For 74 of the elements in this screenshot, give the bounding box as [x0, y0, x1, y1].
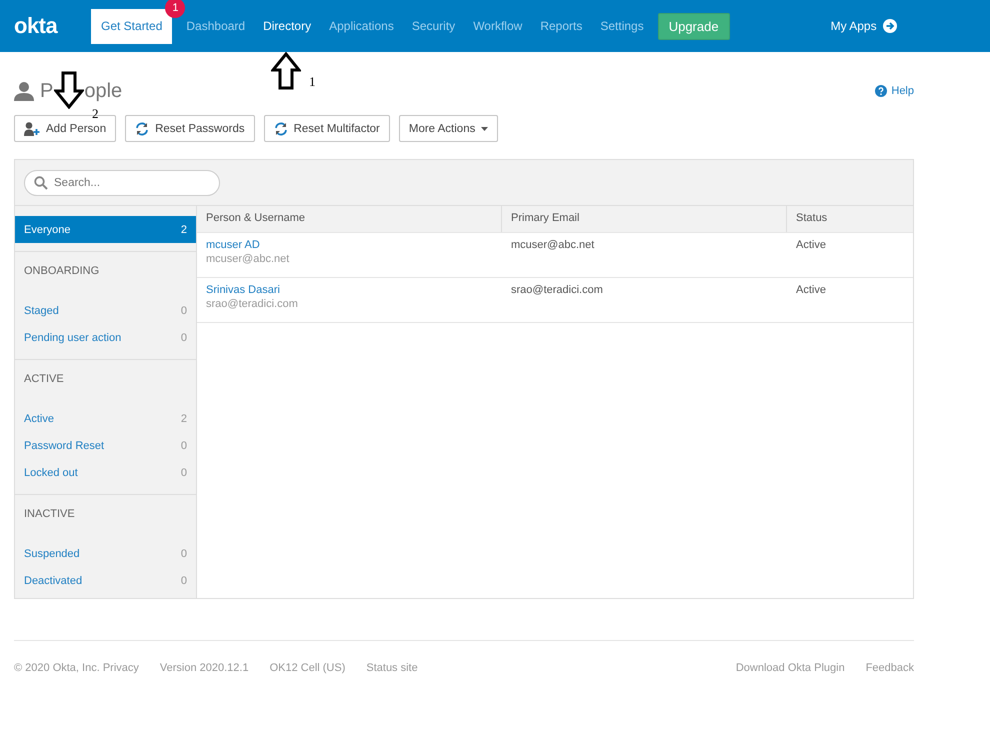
sidebar-item[interactable]: Deactivated 0	[15, 567, 196, 594]
item-count: 0	[180, 332, 187, 344]
refresh-icon	[274, 122, 288, 136]
username: mcuser@abc.net	[206, 253, 290, 265]
table-cell-text: mcuser@abc.net	[510, 238, 596, 253]
logo[interactable]: okta	[14, 13, 91, 39]
add-user-icon	[24, 122, 40, 136]
nav-link[interactable]: Directory	[254, 19, 320, 33]
item-count: 0	[180, 574, 187, 586]
item-label: Active	[24, 412, 54, 424]
item-label: Locked out	[24, 466, 78, 478]
section-heading: INACTIVE	[15, 494, 196, 540]
footer-link[interactable]: © 2020 Okta, Inc. Privacy	[14, 662, 139, 674]
nav-link[interactable]: Security	[402, 19, 464, 33]
section-heading: ACTIVE	[15, 359, 196, 405]
item-count: 2	[180, 224, 187, 236]
footer-link[interactable]: Status site	[366, 662, 418, 674]
item-label: Suspended	[24, 548, 80, 560]
sidebar-item[interactable]: Active 2	[15, 405, 196, 432]
person-link[interactable]: mcuser AD	[206, 239, 493, 251]
nav-link[interactable]: Settings	[591, 19, 653, 33]
item-label: Staged	[24, 304, 59, 316]
sidebar-item[interactable]: Everyone 2	[15, 216, 196, 243]
item-count: 0	[180, 304, 187, 316]
nav-link[interactable]: Reports	[531, 19, 592, 33]
sidebar-item[interactable]: Staged 0	[15, 297, 196, 324]
item-count: 0	[180, 440, 187, 452]
my-apps-link[interactable]: My Apps	[830, 19, 877, 33]
annotation-number: 1	[309, 74, 316, 90]
table-cell-text: srao@teradici.com	[510, 283, 604, 298]
person-icon	[14, 81, 34, 101]
upgrade-button[interactable]: Upgrade	[658, 12, 730, 40]
item-label: Pending user action	[24, 332, 122, 344]
help-link[interactable]: Help	[891, 85, 914, 97]
item-count: 2	[180, 412, 187, 424]
table-cell-text: Active	[795, 283, 827, 298]
item-count: 0	[180, 548, 187, 560]
help-icon	[875, 85, 888, 97]
down-arrow-icon	[54, 71, 84, 109]
footer-link[interactable]: Feedback	[866, 662, 914, 674]
footer-link[interactable]: Version 2020.12.1	[160, 662, 249, 674]
action-button[interactable]: Reset Passwords	[125, 115, 255, 142]
footer-link[interactable]: OK12 Cell (US)	[270, 662, 346, 674]
caret-icon	[481, 126, 488, 130]
page-title: ople	[84, 80, 122, 102]
page-title: P	[40, 80, 54, 102]
search-field[interactable]: Search...	[24, 170, 220, 196]
search-icon	[34, 176, 48, 190]
up-arrow-icon	[271, 52, 301, 90]
notification-badge: 1	[165, 0, 186, 18]
column-header: Status	[795, 211, 828, 226]
action-button[interactable]: More Actions	[398, 115, 498, 142]
nav-link[interactable]: Get Started	[91, 8, 172, 44]
nav-link[interactable]: Applications	[320, 19, 403, 33]
nav-link[interactable]: Workflow	[464, 19, 532, 33]
refresh-icon	[135, 122, 150, 136]
sidebar-item[interactable]: Suspended 0	[15, 540, 196, 567]
arrow-right-icon	[882, 19, 897, 33]
footer-link[interactable]: Download Okta Plugin	[736, 662, 845, 674]
column-header: Person & Username	[197, 206, 502, 232]
table-cell-text: Active	[795, 238, 827, 253]
nav-link[interactable]: Dashboard	[177, 19, 254, 33]
item-label: Deactivated	[24, 574, 82, 586]
username: srao@teradici.com	[206, 298, 299, 310]
section-heading: ONBOARDING	[15, 251, 196, 297]
person-link[interactable]: Srinivas Dasari	[206, 284, 493, 296]
action-button[interactable]: Reset Multifactor	[264, 115, 390, 142]
sidebar-item[interactable]: Password Reset 0	[15, 432, 196, 459]
column-header: Primary Email	[502, 206, 787, 232]
item-count: 0	[180, 466, 187, 478]
sidebar-item[interactable]: Locked out 0	[15, 459, 196, 486]
item-label: Everyone	[24, 224, 70, 236]
sidebar-item[interactable]: Pending user action 0	[15, 324, 196, 351]
item-label: Password Reset	[24, 440, 104, 452]
